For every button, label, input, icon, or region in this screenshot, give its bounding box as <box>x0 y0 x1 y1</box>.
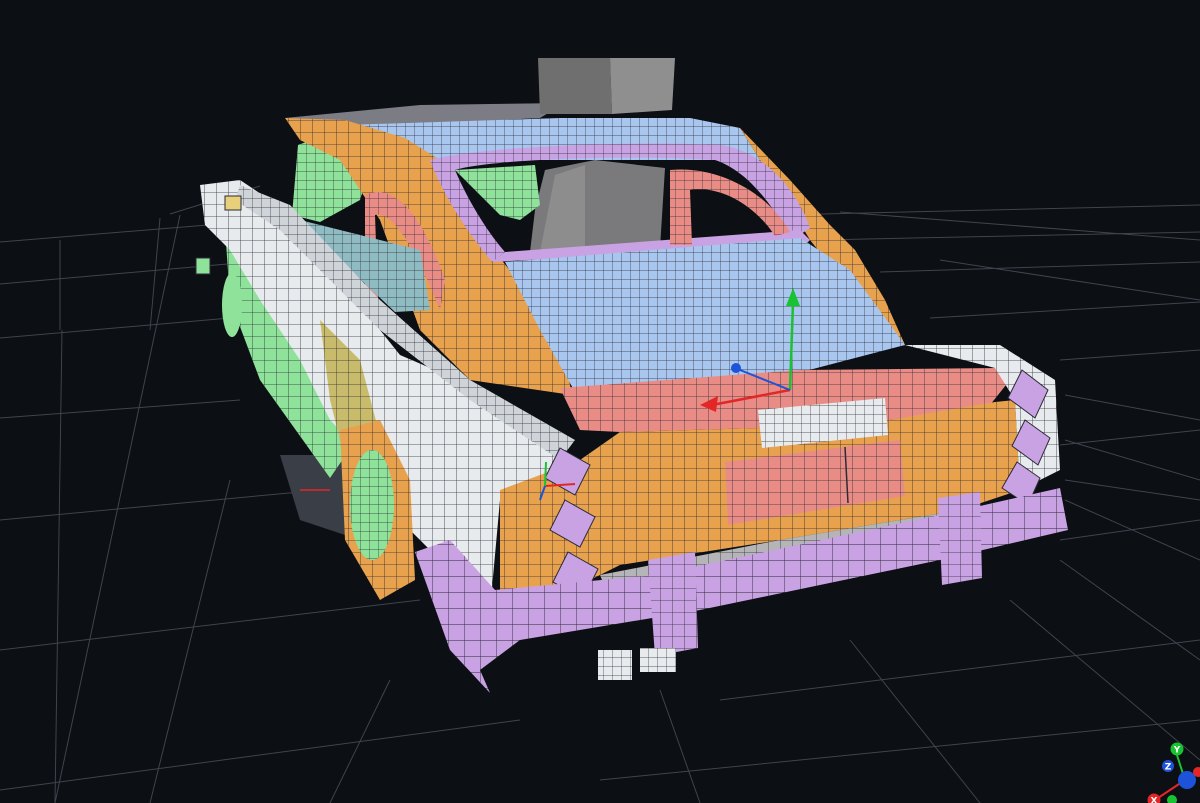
triad-y-label: Y <box>1173 746 1181 756</box>
roof-block-side <box>610 58 675 114</box>
3d-viewport[interactable]: Y Z X <box>0 0 1200 803</box>
triad-x-label: X <box>1151 797 1158 803</box>
fender-marker <box>224 195 242 211</box>
roof-block-front <box>538 58 612 114</box>
gizmo-z-handle[interactable] <box>731 363 741 373</box>
triad-z-label: Z <box>1165 763 1172 773</box>
front-wheel <box>222 273 242 337</box>
front-bumper-green <box>195 257 211 275</box>
